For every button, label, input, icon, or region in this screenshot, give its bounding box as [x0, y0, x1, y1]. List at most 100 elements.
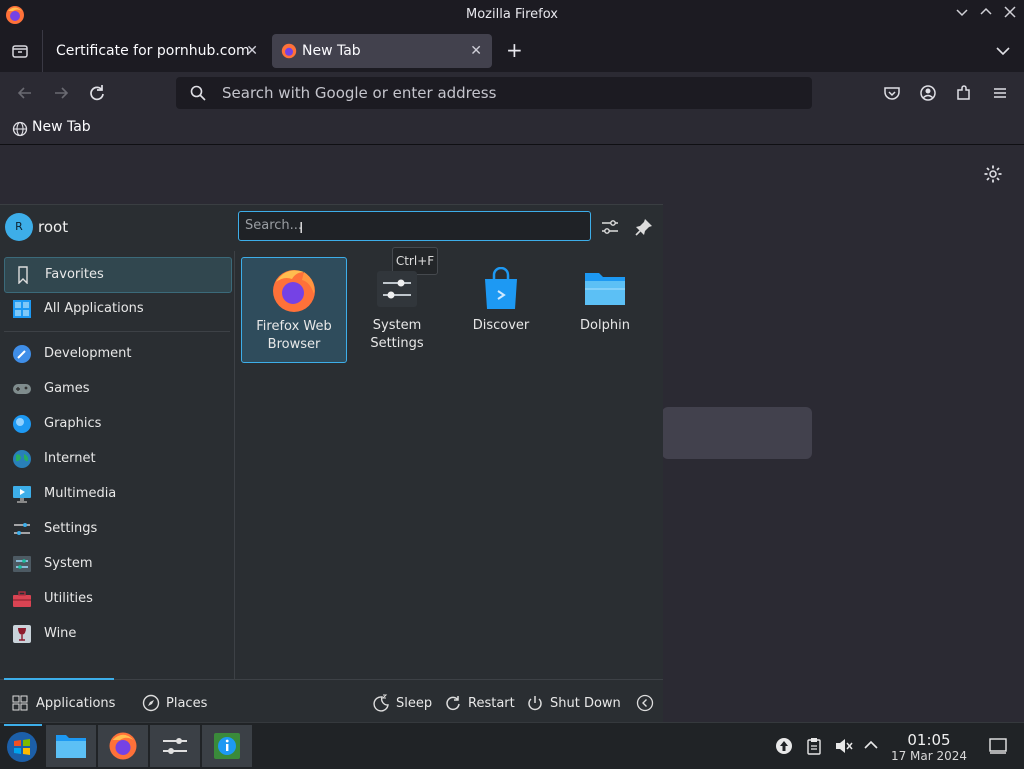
category-wine[interactable]: Wine	[4, 617, 230, 651]
avatar[interactable]: R	[5, 213, 33, 241]
taskbar-system-settings[interactable]	[150, 725, 200, 767]
leave-options-icon[interactable]	[636, 694, 654, 712]
list-tabs-icon[interactable]	[996, 46, 1010, 56]
multimedia-icon	[13, 486, 31, 503]
account-icon[interactable]	[917, 82, 939, 104]
back-arrow-icon[interactable]	[14, 82, 36, 104]
extensions-icon[interactable]	[953, 82, 975, 104]
favorite-label: Dolphin	[580, 318, 630, 333]
folder-icon	[585, 273, 625, 305]
firefox-logo-icon	[109, 732, 137, 760]
bookmark-label: New Tab	[32, 119, 91, 135]
category-system[interactable]: System	[4, 547, 230, 581]
button-label: Restart	[468, 696, 515, 711]
favorite-system-settings[interactable]: System Settings	[345, 257, 449, 361]
settings-icon	[163, 738, 187, 754]
launcher-footer: Applications Places Sleep Restart Shut D…	[0, 678, 663, 724]
tab-applications[interactable]: Applications	[4, 680, 115, 724]
show-desktop-icon[interactable]	[989, 738, 1007, 754]
sleep-icon	[373, 694, 389, 712]
button-label: Sleep	[396, 696, 433, 711]
power-icon	[528, 696, 542, 711]
pin-icon[interactable]	[634, 217, 654, 237]
title-bar: Mozilla Firefox	[0, 0, 1024, 30]
reload-icon[interactable]	[86, 82, 108, 104]
applications-grid-icon	[12, 695, 28, 711]
category-multimedia[interactable]: Multimedia	[4, 477, 230, 511]
shutdown-button[interactable]: Shut Down	[526, 680, 622, 724]
category-utilities[interactable]: Utilities	[4, 582, 230, 616]
category-favorites[interactable]: Favorites	[4, 257, 232, 293]
category-development[interactable]: Development	[4, 337, 230, 371]
text-cursor-icon: I	[299, 219, 304, 237]
firefox-favicon-icon	[281, 43, 297, 59]
folder-icon	[56, 735, 86, 758]
favorite-label: Discover	[472, 318, 530, 333]
minimize-button[interactable]	[953, 6, 971, 24]
search-placeholder: Search...	[245, 218, 303, 233]
sleep-button[interactable]: Sleep	[372, 680, 434, 724]
maximize-button[interactable]	[977, 6, 995, 24]
window-title: Mozilla Firefox	[466, 7, 558, 22]
chevron-up-icon[interactable]	[864, 740, 878, 750]
taskbar-info-center[interactable]	[202, 725, 252, 767]
digital-clock[interactable]: 01:05 17 Mar 2024	[886, 731, 972, 763]
application-launcher: R root Search... I Ctrl+F Favorites All …	[0, 204, 663, 723]
tab-certificate[interactable]: Certificate for pornhub.com ✕	[44, 34, 268, 68]
restart-button[interactable]: Restart	[444, 680, 516, 724]
toolbox-icon	[13, 591, 31, 607]
category-games[interactable]: Games	[4, 372, 230, 406]
taskbar-dolphin[interactable]	[46, 725, 96, 767]
category-label: Internet	[44, 451, 96, 466]
chevron-down-icon	[956, 9, 968, 17]
clipboard-icon[interactable]	[806, 737, 822, 755]
taskbar: 01:05 17 Mar 2024	[0, 722, 1024, 769]
tab-places[interactable]: Places	[140, 680, 220, 724]
tab-label: New Tab	[302, 43, 361, 59]
category-label: Graphics	[44, 416, 102, 431]
close-tab-icon[interactable]: ✕	[246, 34, 258, 68]
button-label: Shut Down	[550, 696, 621, 711]
category-internet[interactable]: Internet	[4, 442, 230, 476]
gamepad-icon	[13, 384, 31, 394]
compass-icon	[142, 694, 160, 712]
favorite-discover[interactable]: Discover	[449, 257, 553, 361]
shortcut-placeholder-card	[662, 407, 812, 459]
globe-icon	[12, 121, 28, 137]
start-menu-button[interactable]	[0, 724, 50, 767]
launcher-search-input[interactable]: Search... I	[238, 211, 591, 241]
tab-label: Certificate for pornhub.com	[56, 43, 250, 59]
wine-icon	[13, 625, 31, 643]
category-label: Utilities	[44, 591, 93, 606]
favorite-firefox[interactable]: Firefox Web Browser	[241, 257, 347, 363]
tab-new-tab[interactable]: New Tab ✕	[272, 34, 492, 68]
taskbar-firefox[interactable]	[98, 725, 148, 767]
category-graphics[interactable]: Graphics	[4, 407, 230, 441]
tab-label: Places	[166, 696, 208, 711]
hamburger-menu-icon[interactable]	[989, 82, 1011, 104]
category-settings[interactable]: Settings	[4, 512, 230, 546]
favorite-label: System Settings	[370, 318, 424, 351]
category-all-applications[interactable]: All Applications	[4, 292, 230, 326]
discover-icon	[485, 267, 517, 309]
configure-icon[interactable]	[600, 217, 620, 237]
address-bar[interactable]: Search with Google or enter address	[176, 77, 812, 109]
system-settings-icon	[377, 271, 417, 307]
firefox-view-icon[interactable]	[11, 42, 29, 60]
close-window-button[interactable]	[1001, 6, 1019, 24]
gear-icon[interactable]	[983, 164, 1003, 184]
volume-muted-icon[interactable]	[834, 737, 854, 755]
tab-divider	[42, 30, 43, 72]
forward-arrow-icon[interactable]	[50, 82, 72, 104]
close-icon	[1004, 6, 1016, 18]
category-label: Games	[44, 381, 90, 396]
bookmarks-toolbar: New Tab	[0, 114, 1024, 145]
favorite-dolphin[interactable]: Dolphin	[553, 257, 657, 361]
close-tab-icon[interactable]: ✕	[470, 34, 482, 68]
new-tab-button[interactable]: +	[506, 38, 523, 62]
clock-time: 01:05	[907, 731, 951, 749]
pocket-icon[interactable]	[881, 82, 903, 104]
category-label: Multimedia	[44, 486, 117, 501]
updates-icon[interactable]	[775, 737, 793, 755]
chevron-up-icon	[980, 7, 992, 15]
